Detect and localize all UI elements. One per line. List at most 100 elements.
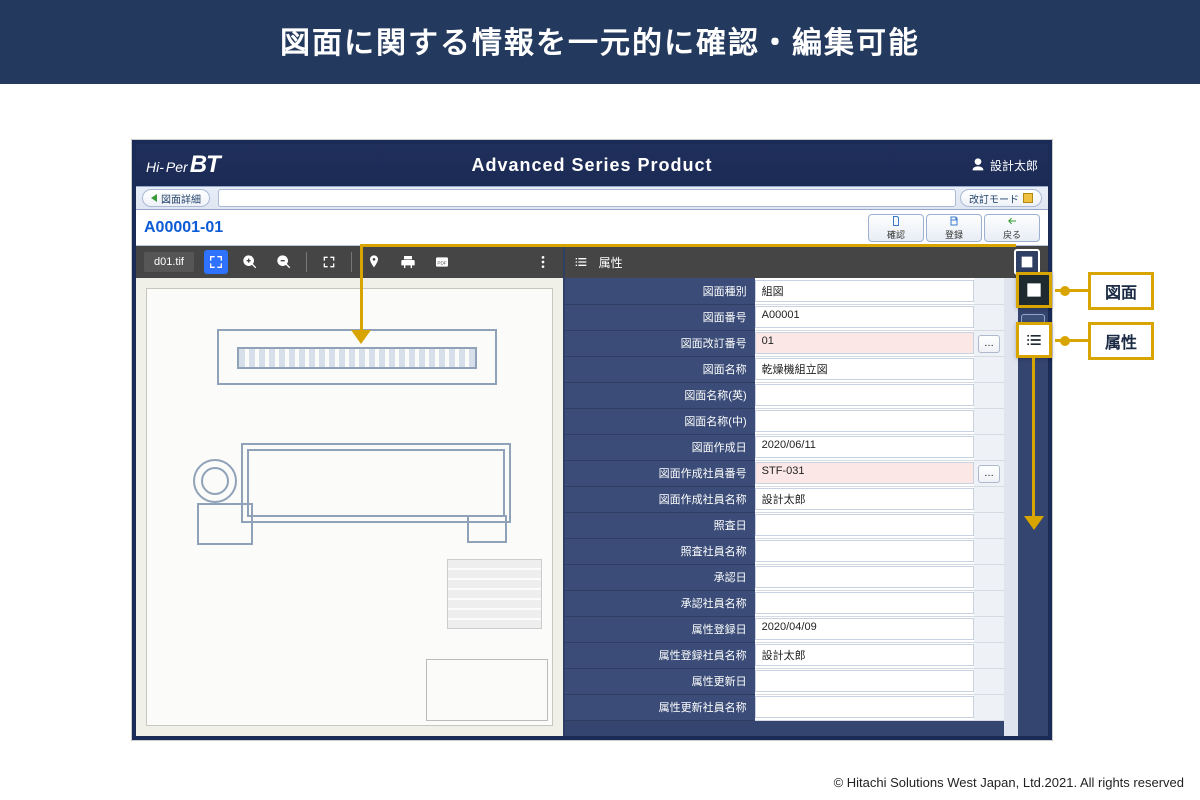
attribute-value-cell (755, 382, 974, 408)
attribute-row: 属性登録日2020/04/09 (565, 616, 1004, 642)
pdf-button[interactable]: PDF (430, 250, 454, 274)
attribute-label: 図面作成社員番号 (565, 460, 755, 486)
attribute-value-field[interactable]: 2020/04/09 (755, 618, 974, 640)
save-icon (948, 215, 960, 227)
confirm-button[interactable]: 確認 (868, 214, 924, 242)
callout-attr-icon-frame (1016, 322, 1052, 358)
attribute-value-field[interactable]: 2020/06/11 (755, 436, 974, 458)
go-back-button[interactable]: 戻る (984, 214, 1040, 242)
marker-button[interactable] (362, 250, 386, 274)
callout-path (360, 244, 363, 332)
attribute-value-field[interactable] (755, 384, 974, 406)
attribute-value-field[interactable]: A00001 (755, 306, 974, 328)
attribute-row: 図面番号A00001 (565, 304, 1004, 330)
attribute-value-field[interactable] (755, 696, 974, 718)
attribute-value-cell: 01 (755, 330, 974, 356)
fit-page-button[interactable] (204, 250, 228, 274)
attribute-label: 図面名称(中) (565, 408, 755, 434)
attribute-label: 照査日 (565, 512, 755, 538)
attribute-value-field[interactable] (755, 410, 974, 432)
zoom-in-icon (242, 254, 258, 270)
attribute-extra-cell (974, 642, 1004, 668)
app-header: Hi- Per BT Advanced Series Product 設計太郎 (136, 144, 1048, 186)
zoom-out-button[interactable] (272, 250, 296, 274)
attribute-value-field[interactable] (755, 566, 974, 588)
copyright-text: © Hitachi Solutions West Japan, Ltd.2021… (834, 775, 1184, 790)
attribute-value-field[interactable] (755, 670, 974, 692)
attribute-value-field[interactable]: STF-031 (755, 462, 974, 484)
attribute-value-cell: 2020/06/11 (755, 434, 974, 460)
attribute-value-cell (755, 538, 974, 564)
attribute-value-field[interactable]: 設計太郎 (755, 488, 974, 510)
attribute-extra-cell: … (974, 460, 1004, 486)
attribute-label: 図面改訂番号 (565, 330, 755, 356)
attribute-value-cell (755, 694, 974, 720)
attribute-value-field[interactable]: 01 (755, 332, 974, 354)
file-name-chip[interactable]: d01.tif (144, 252, 194, 272)
revision-mode-label: 改訂モード (969, 191, 1019, 206)
attribute-value-cell: 2020/04/09 (755, 616, 974, 642)
attribute-extra-cell (974, 356, 1004, 382)
document-check-icon (890, 215, 902, 227)
attribute-label: 照査社員名称 (565, 538, 755, 564)
callout-drawing-label: 図面 (1088, 272, 1154, 310)
attribute-extra-cell (974, 694, 1004, 720)
drawing-canvas[interactable] (146, 288, 553, 726)
attribute-label: 図面番号 (565, 304, 755, 330)
attribute-extra-cell (974, 538, 1004, 564)
attribute-value-cell: 組図 (755, 278, 974, 304)
revision-mode-button[interactable]: 改訂モード (960, 189, 1042, 207)
toolbar-divider (306, 252, 307, 272)
attribute-value-cell: STF-031 (755, 460, 974, 486)
attribute-header: 属性 (565, 246, 1048, 278)
print-button[interactable] (396, 250, 420, 274)
attribute-header-label: 属性 (599, 254, 623, 271)
back-breadcrumb-button[interactable]: 図面詳細 (142, 189, 210, 207)
attribute-extra-cell (974, 408, 1004, 434)
lookup-button[interactable]: … (978, 465, 1000, 483)
zoom-in-button[interactable] (238, 250, 262, 274)
attribute-row: 属性更新社員名称 (565, 694, 1004, 720)
image-icon (1019, 254, 1035, 270)
attribute-value-field[interactable]: 設計太郎 (755, 644, 974, 666)
attribute-value-field[interactable] (755, 540, 974, 562)
drawing-titleblock (447, 559, 542, 629)
attribute-extra-cell (974, 382, 1004, 408)
attribute-value-cell (755, 668, 974, 694)
svg-text:PDF: PDF (437, 261, 446, 266)
attribute-label: 属性登録日 (565, 616, 755, 642)
attribute-value-cell (755, 408, 974, 434)
attribute-label: 図面種別 (565, 278, 755, 304)
attribute-scroll[interactable]: 図面種別組図図面番号A00001図面改訂番号01…図面名称乾燥機組立図図面名称(… (565, 278, 1004, 736)
attribute-value-field[interactable] (755, 592, 974, 614)
register-button[interactable]: 登録 (926, 214, 982, 242)
callout-arrowhead-icon (351, 330, 371, 344)
drawing-shape (197, 503, 253, 545)
attribute-row: 照査社員名称 (565, 538, 1004, 564)
lookup-button[interactable]: … (978, 335, 1000, 353)
attribute-extra-cell (974, 668, 1004, 694)
callout-path (1032, 358, 1035, 518)
attribute-value-cell: A00001 (755, 304, 974, 330)
back-arrow-icon (1006, 215, 1018, 227)
back-label: 戻る (1003, 228, 1021, 241)
attribute-value-field[interactable]: 組図 (755, 280, 974, 302)
drawing-shape (247, 449, 505, 517)
attribute-row: 照査日 (565, 512, 1004, 538)
zoom-out-icon (276, 254, 292, 270)
callout-attr-label: 属性 (1088, 322, 1154, 360)
callout-arrowhead-icon (1024, 516, 1044, 530)
breadcrumb-path-field[interactable] (218, 189, 956, 207)
drawing-viewer-pane: d01.tif (136, 246, 565, 736)
overflow-button[interactable] (531, 250, 555, 274)
attribute-extra-cell (974, 486, 1004, 512)
attribute-row: 属性更新日 (565, 668, 1004, 694)
breadcrumb-bar: 図面詳細 改訂モード (136, 186, 1048, 210)
calendar-icon (1023, 193, 1033, 203)
fullscreen-button[interactable] (317, 250, 341, 274)
attribute-extra-cell (974, 590, 1004, 616)
attribute-value-field[interactable]: 乾燥機組立図 (755, 358, 974, 380)
attribute-extra-cell (974, 512, 1004, 538)
attribute-value-cell (755, 590, 974, 616)
attribute-value-field[interactable] (755, 514, 974, 536)
